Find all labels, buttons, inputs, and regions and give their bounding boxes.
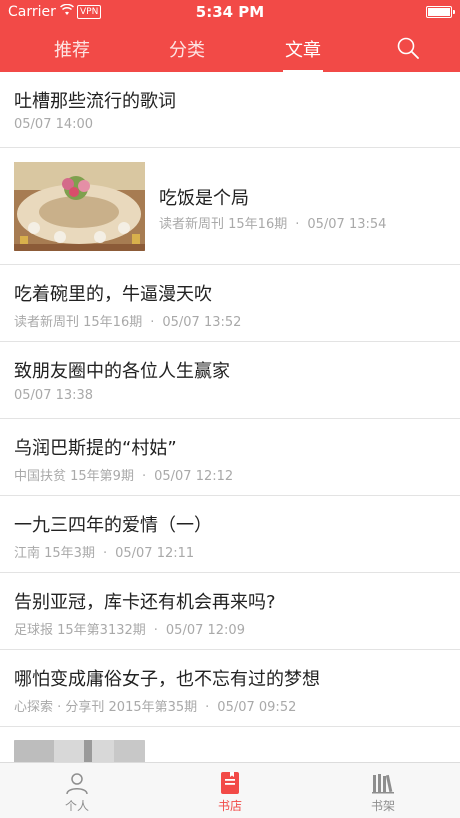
tab-articles[interactable]: 文章 bbox=[263, 36, 343, 72]
article-time: 05/07 12:12 bbox=[154, 469, 234, 484]
search-icon[interactable] bbox=[397, 37, 419, 59]
bookshelf-icon bbox=[371, 771, 395, 795]
tabbar-label: 书架 bbox=[370, 799, 395, 813]
article-meta: 中国扶贫 15年第9期 · 05/07 12:12 bbox=[14, 469, 234, 484]
person-icon bbox=[65, 771, 89, 795]
article-title: 告别亚冠，库卡还有机会再来吗? bbox=[14, 592, 276, 613]
article-meta: 读者新周刊 15年16期 · 05/07 13:54 bbox=[159, 217, 387, 232]
article-title: 哪怕变成庸俗女子，也不忘有过的梦想 bbox=[14, 669, 320, 690]
tabbar-label: 个人 bbox=[64, 799, 89, 813]
list-item[interactable]: 乌润巴斯提的“村姑” 中国扶贫 15年第9期 · 05/07 12:12 bbox=[0, 419, 460, 496]
list-item[interactable]: 吃饭是个局 读者新周刊 15年16期 · 05/07 13:54 bbox=[0, 148, 460, 265]
list-item[interactable]: 吐槽那些流行的歌词 05/07 14:00 bbox=[0, 72, 460, 148]
article-source: 读者新周刊 15年16期 bbox=[14, 315, 143, 330]
article-time: 05/07 14:00 bbox=[14, 117, 94, 132]
battery-icon bbox=[426, 6, 455, 18]
list-item[interactable] bbox=[0, 727, 460, 762]
article-title: 致朋友圈中的各位人生赢家 bbox=[14, 361, 230, 382]
tabbar-label: 书店 bbox=[217, 799, 242, 813]
bottom-tab-bar: 个人 书店 书架 bbox=[0, 762, 460, 818]
banquet-table-image bbox=[14, 162, 145, 251]
article-title: 一九三四年的爱情（一） bbox=[14, 515, 212, 536]
article-time: 05/07 13:52 bbox=[162, 315, 242, 330]
article-meta: 05/07 14:00 bbox=[14, 117, 93, 132]
article-title: 吐槽那些流行的歌词 bbox=[14, 91, 176, 112]
status-bar: Carrier VPN 5:34 PM bbox=[0, 0, 460, 24]
top-tabs: 推荐 分类 文章 bbox=[0, 24, 460, 72]
tabbar-item-personal[interactable]: 个人 bbox=[27, 763, 127, 818]
article-source: 足球报 15年第3132期 bbox=[14, 623, 146, 638]
article-thumbnail bbox=[14, 740, 145, 762]
article-source: 江南 15年3期 bbox=[14, 546, 95, 561]
article-time: 05/07 13:54 bbox=[307, 217, 387, 232]
tabbar-item-bookshelf[interactable]: 书架 bbox=[333, 763, 433, 818]
tab-recommend[interactable]: 推荐 bbox=[32, 36, 112, 62]
article-title: 吃着碗里的，牛逼漫天吹 bbox=[14, 284, 212, 305]
article-source: 读者新周刊 15年16期 bbox=[159, 217, 288, 232]
list-item[interactable]: 致朋友圈中的各位人生赢家 05/07 13:38 bbox=[0, 342, 460, 419]
article-meta: 心探索 · 分享刊 2015年第35期 · 05/07 09:52 bbox=[14, 700, 297, 715]
article-list[interactable]: 吐槽那些流行的歌词 05/07 14:00 吃饭是个局 读者新周刊 15年16期… bbox=[0, 72, 460, 762]
list-item[interactable]: 告别亚冠，库卡还有机会再来吗? 足球报 15年第3132期 · 05/07 12:0… bbox=[0, 573, 460, 650]
article-source: 心探索 · 分享刊 2015年第35期 bbox=[14, 700, 198, 715]
article-meta: 足球报 15年第3132期 · 05/07 12:09 bbox=[14, 623, 245, 638]
article-title: 乌润巴斯提的“村姑” bbox=[14, 438, 177, 459]
article-time: 05/07 12:11 bbox=[115, 546, 195, 561]
article-time: 05/07 09:52 bbox=[217, 700, 297, 715]
bookstore-icon bbox=[218, 771, 242, 795]
article-meta: 江南 15年3期 · 05/07 12:11 bbox=[14, 546, 195, 561]
article-time: 05/07 12:09 bbox=[165, 623, 245, 638]
tabbar-item-bookstore[interactable]: 书店 bbox=[180, 763, 280, 818]
list-item[interactable]: 一九三四年的爱情（一） 江南 15年3期 · 05/07 12:11 bbox=[0, 496, 460, 573]
list-item[interactable]: 哪怕变成庸俗女子，也不忘有过的梦想 心探索 · 分享刊 2015年第35期 · 05… bbox=[0, 650, 460, 727]
article-title: 吃饭是个局 bbox=[159, 188, 249, 209]
article-meta: 05/07 13:38 bbox=[14, 388, 93, 403]
article-source: 中国扶贫 15年第9期 bbox=[14, 469, 134, 484]
article-meta: 读者新周刊 15年16期 · 05/07 13:52 bbox=[14, 315, 242, 330]
article-time: 05/07 13:38 bbox=[14, 388, 94, 403]
clock: 5:34 PM bbox=[195, 3, 265, 21]
header: Carrier VPN 5:34 PM 推荐 分类 文章 bbox=[0, 0, 460, 72]
tab-category[interactable]: 分类 bbox=[147, 36, 227, 62]
tab-articles-label: 文章 bbox=[285, 40, 321, 61]
list-item[interactable]: 吃着碗里的，牛逼漫天吹 读者新周刊 15年16期 · 05/07 13:52 bbox=[0, 265, 460, 342]
